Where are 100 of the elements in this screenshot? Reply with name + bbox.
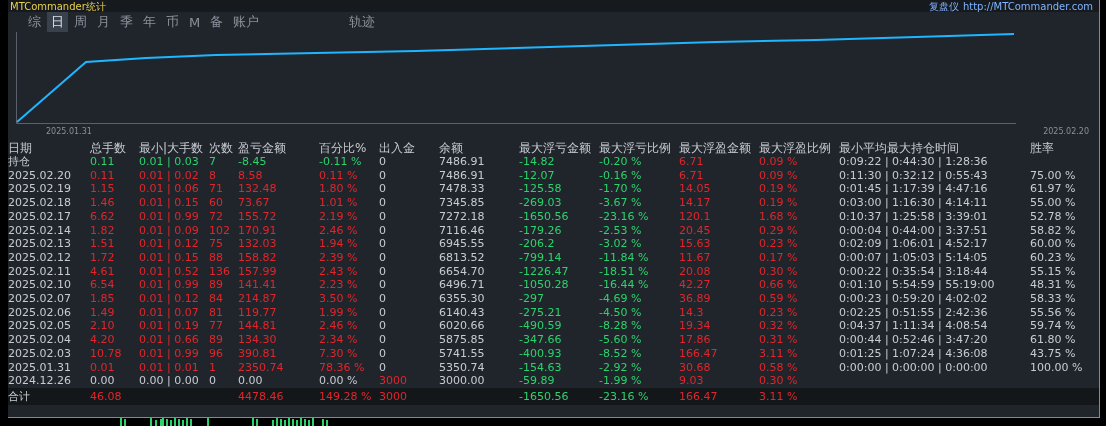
table-cell-text: -125.58 <box>519 182 563 197</box>
table-cell-text: 0.01 | 0.15 <box>139 250 200 265</box>
table-cell-text: 2.39 % <box>319 250 359 265</box>
table-cell-text: 60 <box>209 196 224 210</box>
table-cell-text: 0:00:04 | 0:44:00 | 3:37:51 <box>839 223 989 238</box>
table-cell-text: 136 <box>209 264 231 279</box>
table-cell-text: 73.67 <box>238 196 271 210</box>
table-cell-text: 4478.46 <box>238 388 285 405</box>
table-cell-text: 14.05 <box>679 182 712 197</box>
table-cell-text: -8.52 % <box>599 346 643 361</box>
table-cell-text: 2025.02.07 <box>8 292 72 306</box>
brand-label: 复盘仪 <box>928 0 959 12</box>
table-cell-text: 78.36 % <box>319 360 366 375</box>
table-cell-text: -23.16 % <box>599 388 650 405</box>
table-cell-text: 0.11 <box>90 155 116 169</box>
table-cell-text: 0.09 % <box>759 155 799 169</box>
column-header: 最小|大手数 <box>139 142 205 155</box>
column-header: 百分比% <box>319 142 368 155</box>
column-header: 余额 <box>439 142 464 155</box>
table-cell-text: 0:10:37 | 1:25:58 | 3:39:01 <box>839 209 989 224</box>
table-cell-text: 3.11 % <box>759 346 799 361</box>
table-cell-text: -2.53 % <box>599 223 643 238</box>
table-cell-text: 0:04:37 | 1:11:34 | 4:08:54 <box>839 319 989 334</box>
table-cell-text: 0.19 % <box>759 196 799 210</box>
tab[interactable]: M <box>185 13 205 31</box>
table-cell-text: 14.17 <box>679 196 712 210</box>
table-cell-text: 0.30 % <box>759 374 799 388</box>
table-cell-text: 7272.18 <box>439 209 486 224</box>
table-cell-text: 77 <box>209 319 224 334</box>
table-cell-text: 2025.02.12 <box>8 250 72 265</box>
table-cell-text: 7478.33 <box>439 182 486 197</box>
table-cell-text: 4.61 <box>90 264 116 279</box>
table-cell-text: 2025.02.13 <box>8 237 72 251</box>
table-cell-text: 2.10 <box>90 319 116 334</box>
table-cell-text: 132.03 <box>238 237 278 251</box>
table-cell-text: 3000 <box>379 388 408 405</box>
table-cell-text: 134.30 <box>238 333 278 347</box>
table-cell-text: 0.31 % <box>759 333 799 347</box>
table-cell-text: -3.67 % <box>599 196 643 210</box>
column-header: 最大浮亏金额 <box>519 142 592 155</box>
tab[interactable]: 币 <box>162 12 183 32</box>
column-header: 最大浮盈金额 <box>679 142 752 155</box>
table-cell-text: 14.3 <box>679 305 705 320</box>
table-cell-text: 11.67 <box>679 250 712 265</box>
table-cell-text: 0.32 % <box>759 319 799 334</box>
table-cell-text: 5350.74 <box>439 360 486 375</box>
table-cell-text: 0.11 % <box>319 168 359 183</box>
table-cell-text: -11.84 % <box>599 250 650 265</box>
tab[interactable]: 日 <box>47 12 68 32</box>
column-header: 最小平均最大持仓时间 <box>839 142 960 155</box>
tab[interactable]: 年 <box>139 12 160 32</box>
table-cell-text: 71 <box>209 182 224 197</box>
table-cell-text: 6496.71 <box>439 278 486 293</box>
table-cell-text: 60.00 % <box>1030 237 1077 251</box>
tab[interactable]: 周 <box>70 12 91 32</box>
table-cell-text: 0:00:07 | 1:05:03 | 5:14:05 <box>839 250 989 265</box>
table-cell-text: 155.72 <box>238 209 278 224</box>
table-cell-text: 0 <box>379 209 387 224</box>
table-cell-text: 0.59 % <box>759 292 799 306</box>
table-cell-text: 0 <box>379 278 387 293</box>
table-cell-text: 6813.52 <box>439 250 486 265</box>
tab[interactable]: 综 <box>24 12 45 32</box>
table-cell-text: 75 <box>209 237 224 251</box>
tab[interactable]: 季 <box>116 12 137 32</box>
table-cell-text: 1.68 % <box>759 209 799 224</box>
table-cell-text: 2025.02.19 <box>8 182 72 197</box>
table-cell-text: 0 <box>379 305 387 320</box>
table-cell-text: 132.48 <box>238 182 278 197</box>
table-cell-text: 0:02:25 | 0:51:55 | 2:42:36 <box>839 305 989 320</box>
table-cell-text: 1.15 <box>90 182 116 197</box>
table-cell-text: 166.47 <box>679 346 719 361</box>
table-cell-text: 0.19 % <box>759 182 799 197</box>
table-cell-text: 30.68 <box>679 360 712 375</box>
table-cell-text: 2.19 % <box>319 209 359 224</box>
table-cell-text: 55.00 % <box>1030 196 1077 210</box>
table-cell-text: -154.63 <box>519 360 563 375</box>
tab[interactable]: 轨迹 <box>345 12 380 32</box>
table-cell-text: 0.23 % <box>759 237 799 251</box>
table-cell-text: 10.78 <box>90 346 123 361</box>
table-cell-text: 0.01 | 0.07 <box>139 305 200 320</box>
table-cell-text: 0 <box>379 264 387 279</box>
table-cell-text: 100.00 % <box>1030 360 1084 375</box>
table-cell-text: 0.01 | 0.06 <box>139 182 200 197</box>
table-cell-text: 0.66 % <box>759 278 799 293</box>
table-cell-text: 43.75 % <box>1030 346 1077 361</box>
table-cell-text: -179.26 <box>519 223 563 238</box>
table-cell-text: 5741.55 <box>439 346 486 361</box>
table-cell-text: 0:00:22 | 0:35:54 | 3:18:44 <box>839 264 989 279</box>
tab[interactable]: 月 <box>93 12 114 32</box>
column-header: 胜率 <box>1030 142 1055 155</box>
column-header: 总手数 <box>90 142 127 155</box>
table-cell-text: -3.02 % <box>599 237 643 251</box>
table-cell-text: 0.01 | 0.52 <box>139 264 200 279</box>
tab[interactable]: 账户 <box>229 12 264 32</box>
tab[interactable]: 备 <box>206 12 228 32</box>
table-cell-text: 61.80 % <box>1030 333 1077 347</box>
website-link[interactable]: http://MTCommander.com <box>962 0 1093 12</box>
table-cell-text: 0 <box>379 155 387 169</box>
table-cell-text: 141.41 <box>238 278 278 293</box>
table-cell-text: 157.99 <box>238 264 278 279</box>
